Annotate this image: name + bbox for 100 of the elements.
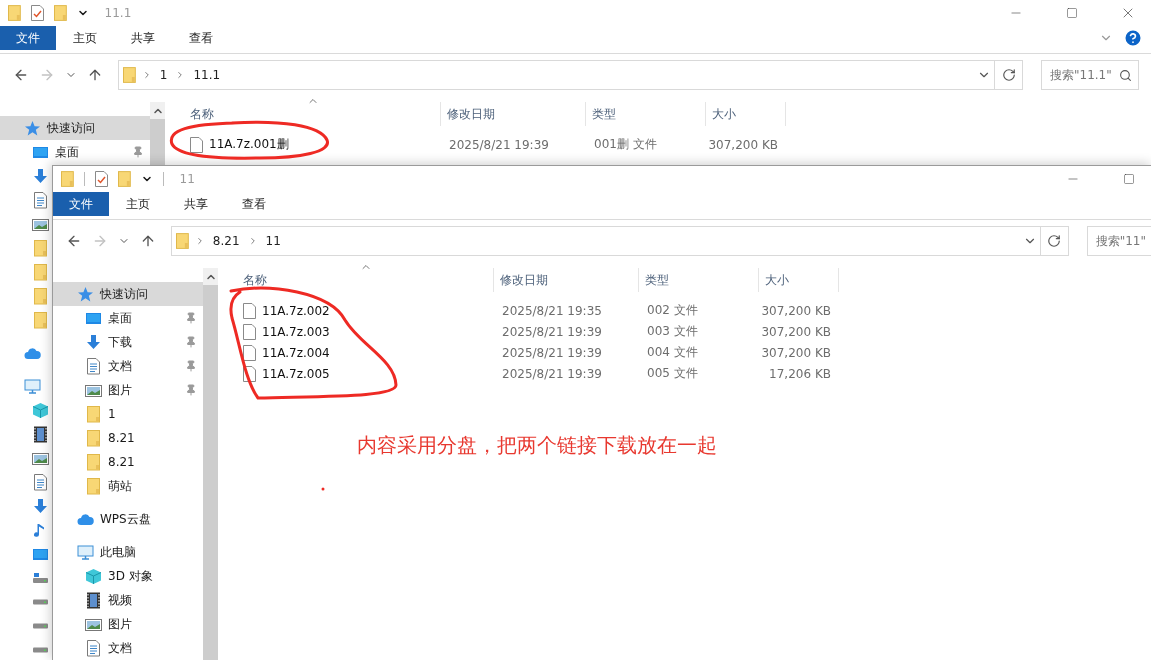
file-name: 11A.7z.003 <box>262 324 330 339</box>
breadcrumb[interactable]: 11.1 <box>191 68 223 82</box>
folder-icon <box>117 171 131 187</box>
column-header[interactable]: 修改日期 <box>441 102 586 126</box>
ribbon-tab[interactable]: 主页 <box>109 192 167 216</box>
down-arrow-icon <box>85 333 102 351</box>
network-drive-icon <box>32 572 49 584</box>
size-cell-text: 307,200 KB <box>760 345 832 360</box>
scrollbar[interactable] <box>203 268 218 660</box>
column-header[interactable]: 类型 <box>586 102 706 126</box>
sidebar-item[interactable]: 8.21 <box>53 426 203 450</box>
file-row[interactable]: 11A.7z.004 2025/8/21 19:39 004 文件 307,200 KB <box>218 342 1151 363</box>
type-cell-text: 005 文件 <box>646 365 699 382</box>
breadcrumb[interactable]: 8.21 <box>210 234 242 248</box>
file-menu-button[interactable]: 文件 <box>0 26 56 50</box>
folder-icon <box>8 5 21 21</box>
file-row[interactable]: 11A.7z.001删 2025/8/21 19:39 001删 文件 307,200 KB <box>165 134 1151 155</box>
refresh-icon <box>1047 234 1062 248</box>
ribbon-tab[interactable]: 查看 <box>225 192 283 216</box>
sidebar-item[interactable]: 8.21 <box>53 450 203 474</box>
file-icon <box>243 323 256 340</box>
star-icon <box>24 119 41 137</box>
film-icon <box>32 425 49 443</box>
file-name: 11A.7z.001删 <box>209 136 289 153</box>
folder-icon <box>85 429 102 447</box>
date-cell-text: 2025/8/21 19:39 <box>448 137 550 152</box>
sidebar-item[interactable]: 桌面 <box>0 140 150 164</box>
search-field[interactable]: 搜索"11.1" <box>1041 60 1139 90</box>
search-field[interactable]: 搜索"11" <box>1086 226 1151 256</box>
ribbon-tab[interactable]: 查看 <box>172 26 230 50</box>
type-cell-text: 004 文件 <box>646 344 699 361</box>
document-icon <box>32 191 49 209</box>
folder-icon <box>32 263 49 281</box>
sidebar-item[interactable]: 萌站 <box>53 474 203 498</box>
address-bar[interactable]: 1 11.1 <box>118 60 1023 90</box>
window-title: 11.1 <box>104 6 132 20</box>
column-header[interactable]: 类型 <box>639 268 759 292</box>
left-arrow-icon <box>66 233 82 249</box>
folder-icon <box>85 453 102 471</box>
file-row[interactable]: 11A.7z.005 2025/8/21 19:39 005 文件 17,206 KB <box>218 363 1151 384</box>
window-title: 11 <box>179 172 195 186</box>
ribbon-tab[interactable]: 共享 <box>114 26 172 50</box>
annotation-note: 内容采用分盘，把两个链接下载放在一起 <box>357 432 717 459</box>
computer-icon <box>24 377 41 395</box>
folder-icon <box>85 477 102 495</box>
file-row[interactable]: 11A.7z.002 2025/8/21 19:35 002 文件 307,200 KB <box>218 300 1151 321</box>
maximize-icon <box>1123 173 1135 185</box>
address-bar[interactable]: 8.21 11 <box>171 226 1069 256</box>
sidebar-item[interactable]: WPS云盘 <box>53 507 203 531</box>
date-cell-text: 2025/8/21 19:35 <box>501 303 603 318</box>
drive-icon <box>32 623 49 629</box>
sidebar-item[interactable]: 此电脑 <box>53 540 203 564</box>
file-icon <box>243 302 256 319</box>
file-row[interactable]: 11A.7z.003 2025/8/21 19:39 003 文件 307,200 KB <box>218 321 1151 342</box>
breadcrumb[interactable]: 1 <box>157 68 170 82</box>
right-arrow-icon <box>39 67 55 83</box>
ribbon-tab[interactable]: 共享 <box>167 192 225 216</box>
column-header[interactable]: 名称 <box>165 102 441 126</box>
ribbon-tab[interactable]: 主页 <box>56 26 114 50</box>
file-icon <box>243 344 256 361</box>
date-cell-text: 2025/8/21 19:39 <box>501 366 603 381</box>
column-header[interactable]: 大小 <box>706 102 786 126</box>
column-header[interactable]: 修改日期 <box>494 268 639 292</box>
file-name: 11A.7z.002 <box>262 303 330 318</box>
checklist-icon <box>30 5 44 21</box>
sidebar-item[interactable]: 快速访问 <box>0 116 150 140</box>
sidebar-item[interactable]: 图片 <box>53 378 203 402</box>
sidebar-item[interactable]: 桌面 <box>53 306 203 330</box>
column-header[interactable]: 名称 <box>218 268 494 292</box>
file-menu-button[interactable]: 文件 <box>53 192 109 216</box>
down-arrow-icon <box>32 497 49 515</box>
maximize-icon <box>1066 7 1078 19</box>
sidebar-item[interactable]: 文档 <box>53 354 203 378</box>
sidebar-item[interactable]: 3D 对象 <box>53 564 203 588</box>
breadcrumb[interactable]: 11 <box>263 234 283 248</box>
folder-icon <box>32 311 49 329</box>
column-header[interactable]: 大小 <box>759 268 839 292</box>
sidebar-item[interactable]: 下载 <box>53 330 203 354</box>
help-icon[interactable] <box>1123 28 1143 48</box>
folder-icon <box>32 287 49 305</box>
date-cell-text: 2025/8/21 19:39 <box>501 324 603 339</box>
sidebar-item[interactable]: 图片 <box>53 612 203 636</box>
sidebar-item[interactable]: 视频 <box>53 588 203 612</box>
computer-icon <box>77 543 94 561</box>
folder-icon <box>53 5 67 21</box>
film-icon <box>85 591 102 609</box>
cube-icon <box>85 567 102 585</box>
document-icon <box>85 357 102 375</box>
size-cell-text: 17,206 KB <box>768 366 832 381</box>
drive-icon <box>32 599 49 605</box>
folder-icon <box>176 233 189 249</box>
checklist-icon <box>94 171 108 187</box>
size-cell-text: 307,200 KB <box>760 303 832 318</box>
refresh-icon <box>1001 68 1016 82</box>
sidebar-item[interactable]: 快速访问 <box>53 282 203 306</box>
down-arrow-icon <box>32 167 49 185</box>
annotation-dot <box>321 487 325 491</box>
sidebar-item[interactable]: 文档 <box>53 636 203 660</box>
document-icon <box>85 639 102 657</box>
sidebar-item[interactable]: 1 <box>53 402 203 426</box>
